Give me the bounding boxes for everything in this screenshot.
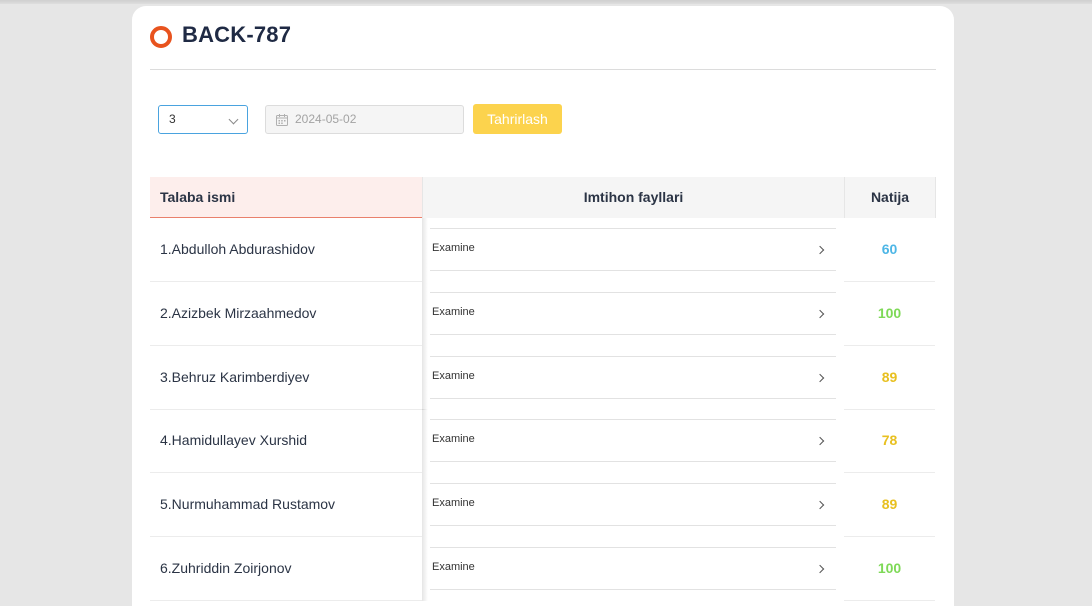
exam-file-label: Examine [432, 433, 475, 445]
column-header-name: Talaba ismi [150, 177, 422, 218]
ring-icon [150, 26, 172, 48]
chevron-right-icon [815, 245, 825, 255]
student-name: 4.Hamidullayev Xurshid [160, 432, 308, 448]
table-row: 5.Nurmuhammad Rustamov Examine 89 [150, 473, 936, 537]
student-name-cell: 1.Abdulloh Abdurashidov [150, 218, 422, 282]
date-value: 2024-05-02 [295, 112, 357, 126]
student-name-cell: 5.Nurmuhammad Rustamov [150, 473, 422, 537]
score-cell: 78 [844, 409, 935, 473]
chevron-right-icon [815, 500, 825, 510]
score-cell: 100 [844, 537, 935, 601]
date-field[interactable]: 2024-05-02 [265, 105, 464, 134]
column-shadow [422, 218, 428, 282]
score-value: 78 [881, 432, 898, 448]
exam-file-label: Examine [432, 306, 475, 318]
group-select[interactable]: 3 [158, 105, 248, 134]
table-row: 6.Zuhriddin Zoirjonov Examine 100 [150, 537, 936, 601]
table-row: 1.Abdulloh Abdurashidov Examine 60 [150, 218, 936, 282]
exam-file-label: Examine [432, 497, 475, 509]
edit-button[interactable]: Tahrirlash [473, 104, 562, 134]
exam-file-link[interactable]: Examine [430, 292, 836, 335]
table-row: 2.Azizbek Mirzaahmedov Examine 100 [150, 282, 936, 346]
student-name: 3.Behruz Karimberdiyev [160, 369, 310, 385]
score-cell: 60 [844, 218, 935, 282]
chevron-right-icon [815, 309, 825, 319]
table-header: Talaba ismi Imtihon fayllari Natija [150, 177, 936, 218]
chevron-right-icon [815, 373, 825, 383]
column-shadow [422, 537, 428, 601]
chevron-down-icon [228, 114, 239, 125]
student-name: 2.Azizbek Mirzaahmedov [160, 305, 317, 321]
exam-card: BACK-787 3 2024-05-02 Tahrirlash Talaba … [132, 6, 954, 606]
score-value: 100 [877, 305, 902, 321]
top-strip [0, 0, 1092, 4]
score-value: 89 [881, 369, 898, 385]
exam-file-label: Examine [432, 561, 475, 573]
column-shadow [422, 282, 428, 346]
student-name-cell: 4.Hamidullayev Xurshid [150, 409, 422, 473]
score-value: 100 [877, 560, 902, 576]
column-header-name-label: Talaba ismi [160, 189, 236, 205]
score-cell: 100 [844, 282, 935, 346]
exam-file-link[interactable]: Examine [430, 547, 836, 590]
exam-file-link[interactable]: Examine [430, 356, 836, 399]
student-name: 5.Nurmuhammad Rustamov [160, 496, 336, 512]
exam-file-link[interactable]: Examine [430, 419, 836, 462]
score-cell: 89 [844, 346, 935, 410]
table-row: 4.Hamidullayev Xurshid Examine 78 [150, 409, 936, 473]
table-row: 3.Behruz Karimberdiyev Examine 89 [150, 346, 936, 410]
exam-file-link[interactable]: Examine [430, 228, 836, 271]
column-shadow [422, 409, 428, 473]
score-value: 60 [881, 241, 898, 257]
student-name-cell: 2.Azizbek Mirzaahmedov [150, 282, 422, 346]
chevron-right-icon [815, 436, 825, 446]
exam-file-label: Examine [432, 242, 475, 254]
column-header-result-label: Natija [870, 189, 910, 205]
student-name: 6.Zuhriddin Zoirjonov [160, 560, 292, 576]
column-shadow [422, 346, 428, 410]
score-cell: 89 [844, 473, 935, 537]
group-select-value: 3 [169, 112, 176, 126]
student-name-cell: 3.Behruz Karimberdiyev [150, 346, 422, 410]
page-title: BACK-787 [182, 22, 292, 47]
page-header: BACK-787 [150, 6, 936, 70]
score-value: 89 [881, 496, 898, 512]
exam-file-link[interactable]: Examine [430, 483, 836, 526]
column-header-files-label: Imtihon fayllari [583, 189, 684, 205]
exam-file-label: Examine [432, 370, 475, 382]
column-header-files: Imtihon fayllari [422, 177, 844, 218]
student-name-cell: 6.Zuhriddin Zoirjonov [150, 537, 422, 601]
calendar-icon [276, 114, 288, 126]
student-name: 1.Abdulloh Abdurashidov [160, 241, 315, 257]
chevron-right-icon [815, 564, 825, 574]
column-header-result: Natija [844, 177, 936, 218]
column-shadow [422, 473, 428, 537]
